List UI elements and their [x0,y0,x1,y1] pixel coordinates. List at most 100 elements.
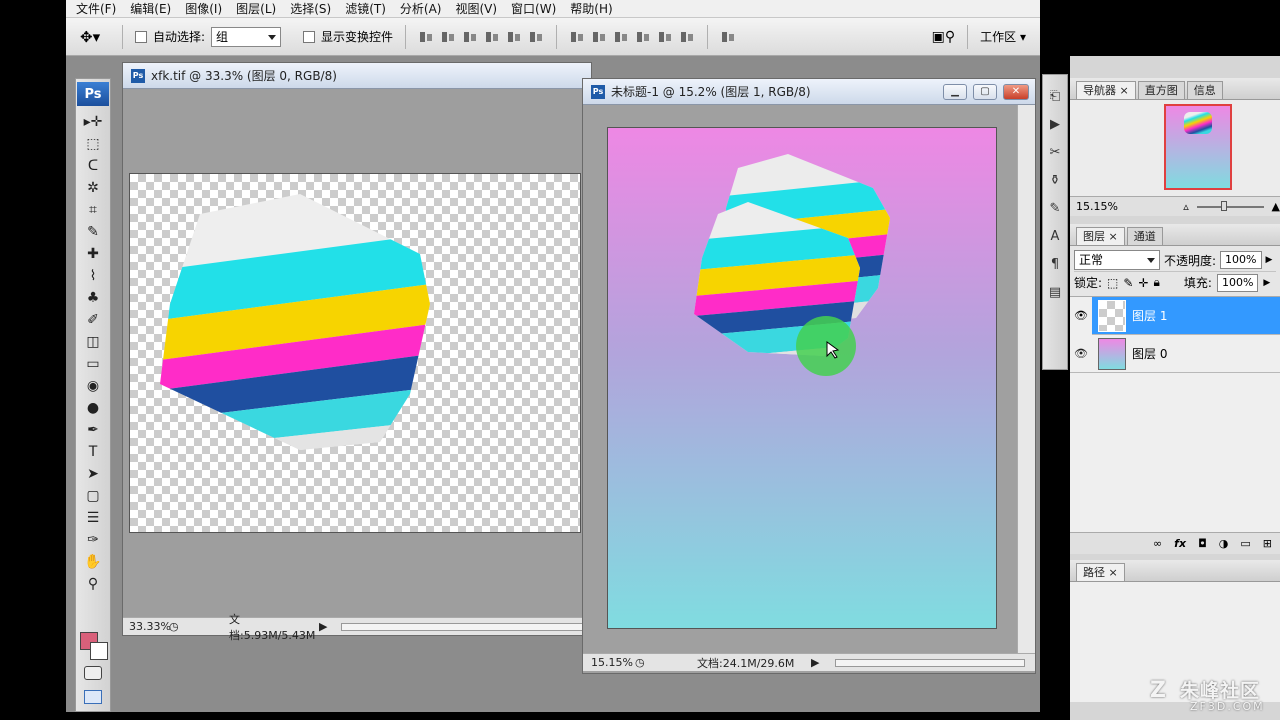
menu-item-4[interactable]: 选择(S) [290,0,331,17]
zoom-out-icon[interactable]: ▵ [1183,200,1189,213]
doc1-hscroll[interactable] [341,622,583,631]
healing-brush-icon[interactable]: ✚ [76,243,110,265]
move-tool-icon[interactable]: ▸✛ [76,111,110,133]
visibility-eye-icon[interactable]: 👁︎ [1070,347,1092,360]
tab-info[interactable]: 信息 [1186,81,1223,99]
lock-all-icon[interactable]: 🔒︎ [1154,275,1160,290]
doc2-zoom[interactable]: 15.15% [583,656,635,669]
screen-mode-icon[interactable] [84,690,102,704]
align-bottom-icon[interactable] [462,30,478,44]
doc1-status-arrow[interactable]: ▶ [319,620,333,633]
doc1-status-icon[interactable]: ◷ [169,620,189,633]
fx-icon[interactable]: fx [1174,537,1186,550]
doc1-titlebar[interactable]: Ps xfk.tif @ 33.3% (图层 0, RGB/8) [123,63,591,89]
zoom-in-icon[interactable]: ▲ [1272,200,1280,213]
tab-channels[interactable]: 通道 [1126,227,1163,245]
bridge-icon[interactable]: ▣⚲ [932,29,955,45]
brush-tool-icon[interactable]: ⌇ [76,265,110,287]
auto-align-icon[interactable] [720,30,736,44]
layer-row-0[interactable]: 👁︎ 图层 0 [1070,335,1280,373]
doc2-status-icon[interactable]: ◷ [635,656,655,669]
marquee-tool-icon[interactable]: ⬚ [76,133,110,155]
new-layer-icon[interactable]: ⊞ [1263,537,1272,550]
hand-tool-icon[interactable]: ✋ [76,551,110,573]
tab-navigator[interactable]: 导航器 × [1076,81,1136,99]
brushes-icon[interactable]: ✎ [1043,197,1067,219]
layer-name[interactable]: 图层 0 [1132,345,1167,362]
color-sampler-icon[interactable]: ✑ [76,529,110,551]
magic-wand-icon[interactable]: ✲ [76,177,110,199]
fill-field[interactable]: 100% [1216,273,1259,292]
blur-tool-icon[interactable]: ◉ [76,375,110,397]
maximize-button[interactable]: ▢ [973,83,997,100]
menu-item-0[interactable]: 文件(F) [76,0,116,17]
tab-layers[interactable]: 图层 × [1076,227,1125,245]
distribute-bottom-icon[interactable] [613,30,629,44]
add-mask-icon[interactable]: ◘ [1198,537,1207,550]
clone-stamp-icon[interactable]: ♣ [76,287,110,309]
distribute-vcenter-icon[interactable] [591,30,607,44]
menu-item-7[interactable]: 视图(V) [455,0,497,17]
adjustment-layer-icon[interactable]: ◑ [1219,537,1229,550]
new-group-icon[interactable]: ▭ [1240,537,1250,550]
menu-item-6[interactable]: 分析(A) [400,0,442,17]
background-color-swatch[interactable] [90,642,108,660]
doc2-vscroll[interactable] [1017,105,1035,655]
history-brush-icon[interactable]: ✐ [76,309,110,331]
path-select-icon[interactable]: ➤ [76,463,110,485]
fill-arrow-icon[interactable]: ▶ [1263,278,1270,288]
history-icon[interactable]: ⎗ [1043,85,1067,107]
auto-select-dropdown[interactable]: 组 [211,26,282,47]
link-layers-icon[interactable]: ∞ [1153,537,1162,550]
menu-item-2[interactable]: 图像(I) [185,0,222,17]
tool-presets-icon[interactable]: ✂ [1043,141,1067,163]
dodge-tool-icon[interactable]: ● [76,397,110,419]
doc2-titlebar[interactable]: Ps 未标题-1 @ 15.2% (图层 1, RGB/8) ▁ ▢ ✕ [583,79,1035,105]
menu-item-9[interactable]: 帮助(H) [570,0,612,17]
crop-tool-icon[interactable]: ⌗ [76,199,110,221]
minimize-button[interactable]: ▁ [943,83,967,100]
eyedropper-icon[interactable]: ✎ [76,221,110,243]
pen-tool-icon[interactable]: ✒ [76,419,110,441]
align-right-icon[interactable] [528,30,544,44]
tab-histogram[interactable]: 直方图 [1137,81,1185,99]
blend-mode-dropdown[interactable]: 正常 [1074,250,1160,270]
menu-item-3[interactable]: 图层(L) [236,0,276,17]
align-hcenter-icon[interactable] [506,30,522,44]
menu-item-5[interactable]: 滤镜(T) [345,0,386,17]
show-transform-checkbox[interactable] [303,30,316,43]
distribute-hcenter-icon[interactable] [657,30,673,44]
distribute-left-icon[interactable] [635,30,651,44]
shape-tool-icon[interactable]: ▢ [76,485,110,507]
navigator-thumbnail[interactable] [1164,104,1232,190]
type-tool-icon[interactable]: T [76,441,110,463]
doc1-zoom[interactable]: 33.33% [123,620,171,633]
layer-row-1[interactable]: 👁︎ 图层 1 [1070,296,1280,335]
doc2-hscroll[interactable] [835,658,1025,667]
zoom-tool-icon[interactable]: ⚲ [76,573,110,595]
doc2-canvas[interactable] [607,127,997,629]
lock-position-icon[interactable]: ✛ [1138,276,1148,290]
lasso-tool-icon[interactable]: ᑕ [76,155,110,177]
doc1-canvas[interactable] [129,173,581,533]
menu-item-8[interactable]: 窗口(W) [511,0,556,17]
align-vcenter-icon[interactable] [440,30,456,44]
character-icon[interactable]: A [1043,225,1067,247]
actions-icon[interactable]: ▶ [1043,113,1067,135]
menu-item-1[interactable]: 编辑(E) [130,0,171,17]
move-tool-icon[interactable]: ✥▾ [80,28,110,46]
close-button[interactable]: ✕ [1003,83,1029,100]
align-top-icon[interactable] [418,30,434,44]
tab-paths[interactable]: 路径 × [1076,563,1125,581]
distribute-right-icon[interactable] [679,30,695,44]
auto-select-checkbox[interactable] [135,30,147,43]
layer-name[interactable]: 图层 1 [1132,307,1167,324]
lock-transparency-icon[interactable]: ⬚ [1107,276,1118,290]
distribute-top-icon[interactable] [569,30,585,44]
lock-pixels-icon[interactable]: ✎ [1123,276,1133,290]
opacity-arrow-icon[interactable]: ▶ [1266,255,1273,265]
quick-mask-icon[interactable] [84,666,102,680]
gradient-tool-icon[interactable]: ▭ [76,353,110,375]
paragraph-icon[interactable]: ¶ [1043,253,1067,275]
clone-source-icon[interactable]: ⚱ [1043,169,1067,191]
